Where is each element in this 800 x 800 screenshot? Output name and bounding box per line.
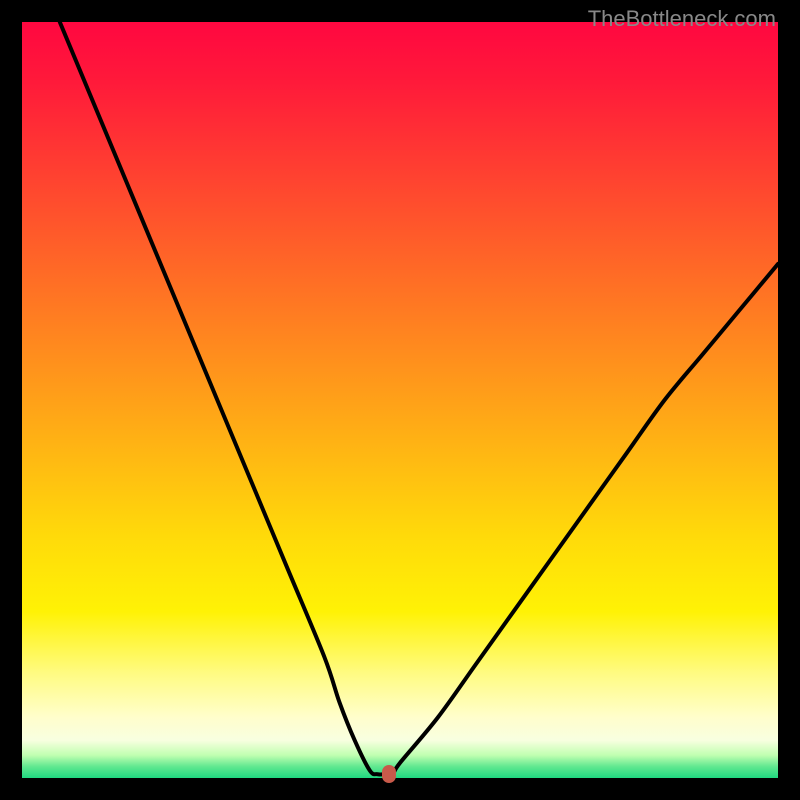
watermark-text: TheBottleneck.com	[588, 6, 776, 32]
bottleneck-curve-path	[60, 22, 778, 775]
optimal-point-marker	[382, 765, 396, 783]
bottleneck-chart	[22, 22, 778, 778]
